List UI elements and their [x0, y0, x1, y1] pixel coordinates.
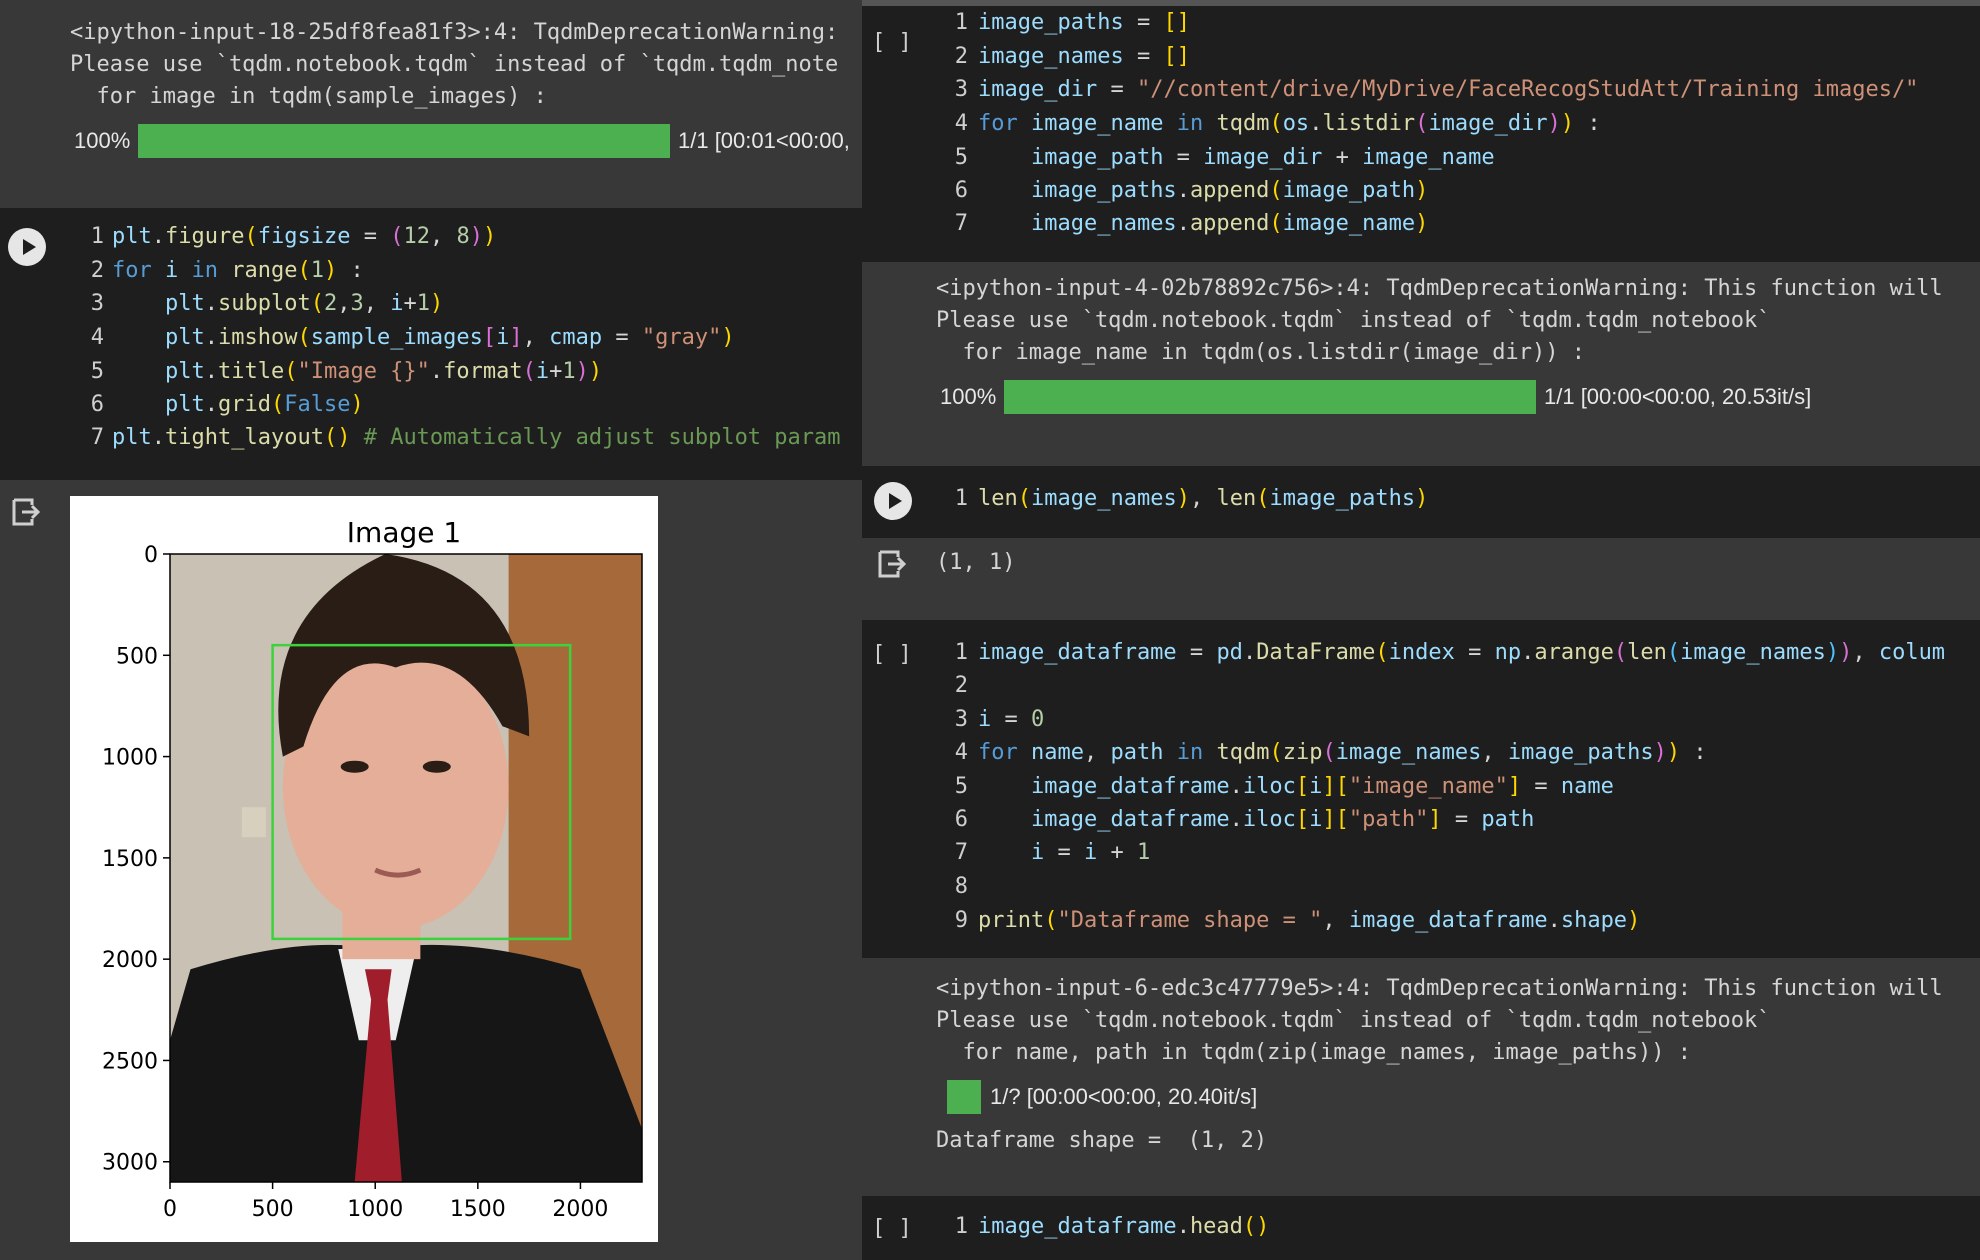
- x-tick-label: 500: [252, 1197, 294, 1222]
- paths-output: <ipython-input-4-02b78892c756>:4: TqdmDe…: [862, 262, 1980, 466]
- x-tick-label: 2000: [552, 1197, 608, 1222]
- output-icon[interactable]: [10, 496, 42, 528]
- figure-svg: Image 1 0 500 1000 1500 2000 0 500 1000 1500 2000…: [102, 516, 643, 1222]
- warning-line-2: Please use `tqdm.notebook.tqdm` instead …: [70, 52, 839, 77]
- warning-line-3: for image_name in tqdm(os.listdir(image_…: [936, 340, 1586, 365]
- x-tick-label: 1500: [450, 1197, 506, 1222]
- len-output: (1, 1): [862, 538, 1980, 620]
- code-line: image_dataframe.head(): [978, 1214, 1270, 1239]
- progress-rate: 1/1 [00:00<00:00, 20.53it/s]: [1544, 384, 1812, 409]
- y-tick-label: 1500: [102, 847, 158, 872]
- photo-right-eye: [422, 760, 451, 773]
- warning-line-3: for name, path in tqdm(zip(image_names, …: [936, 1040, 1691, 1065]
- left-warning-output: <ipython-input-18-25df8fea81f3>:4: TqdmD…: [0, 0, 862, 208]
- progress-percent: 100%: [74, 128, 131, 153]
- progress-rate: 1/? [00:00<00:00, 20.40it/s]: [990, 1084, 1258, 1109]
- y-tick-label: 2000: [102, 948, 158, 973]
- len-result: (1, 1): [936, 550, 1016, 575]
- face-photo: [169, 553, 643, 1183]
- paths-code-cell[interactable]: [ ] 1 image_paths = [] 2 image_names = [] …: [862, 0, 1980, 262]
- figure-area: Image 1 0 500 1000 1500 2000 0 500 1000 1500 2000…: [70, 496, 658, 1242]
- photo-wall-switch: [241, 807, 266, 838]
- progress-bar: [138, 124, 670, 158]
- photo-left-eye: [340, 760, 369, 773]
- code-lines: 1 plt.figure(figsize = (12, 8)) 2 for i in…: [90, 224, 841, 450]
- progress-bar: [947, 1080, 981, 1114]
- cell-bracket[interactable]: [ ]: [872, 30, 912, 55]
- plot-output: Image 1 0 500 1000 1500 2000 0 500 1000 1500 2000…: [0, 480, 862, 1260]
- run-cell-button[interactable]: [874, 482, 912, 520]
- warning-line-3: for image in tqdm(sample_images) :: [70, 84, 547, 109]
- len-code-cell[interactable]: 1 len(image_names), len(image_paths): [862, 466, 1980, 538]
- progress-track: [138, 124, 670, 158]
- head-code-cell[interactable]: [ ] 1 image_dataframe.head(): [862, 1196, 1980, 1260]
- x-tick-label: 0: [163, 1197, 177, 1222]
- progress-rate: 1/1 [00:01<00:00,: [678, 128, 850, 153]
- dataframe-code-cell[interactable]: [ ] 1 image_dataframe = pd.DataFrame(inde…: [862, 620, 1980, 958]
- dataframe-output: <ipython-input-6-edc3c47779e5>:4: TqdmDe…: [862, 958, 1980, 1196]
- output-icon[interactable]: [876, 548, 908, 580]
- y-tick-label: 0: [144, 543, 158, 568]
- plot-code-cell[interactable]: 1 plt.figure(figsize = (12, 8)) 2 for i in…: [0, 208, 862, 480]
- y-tick-label: 3000: [102, 1151, 158, 1176]
- code-lines: 1 image_dataframe = pd.DataFrame(index = …: [954, 640, 1946, 933]
- y-tick-label: 2500: [102, 1049, 158, 1074]
- dataframe-shape: Dataframe shape = (1, 2): [936, 1128, 1268, 1153]
- warning-line-1: <ipython-input-6-edc3c47779e5>:4: TqdmDe…: [936, 976, 1943, 1001]
- warning-line-2: Please use `tqdm.notebook.tqdm` instead …: [936, 1008, 1771, 1033]
- y-tick-label: 1000: [102, 746, 158, 771]
- warning-line-1: <ipython-input-4-02b78892c756>:4: TqdmDe…: [936, 276, 1943, 301]
- y-tick-label: 500: [116, 644, 158, 669]
- cell-bracket[interactable]: [ ]: [872, 642, 912, 667]
- warning-line-1: <ipython-input-18-25df8fea81f3>:4: TqdmD…: [70, 20, 839, 45]
- x-tick-label: 1000: [347, 1197, 403, 1222]
- code-line: len(image_names), len(image_paths): [978, 486, 1429, 511]
- code-lines: 1 image_paths = [] 2 image_names = [] 3 ima…: [954, 10, 1919, 236]
- progress-percent: 100%: [940, 384, 997, 409]
- cell-bracket[interactable]: [ ]: [872, 1216, 912, 1241]
- warning-line-2: Please use `tqdm.notebook.tqdm` instead …: [936, 308, 1771, 333]
- progress-track: [1004, 380, 1536, 414]
- progress-bar: [1004, 380, 1536, 414]
- chart-title: Image 1: [347, 516, 461, 549]
- run-cell-button[interactable]: [8, 228, 46, 266]
